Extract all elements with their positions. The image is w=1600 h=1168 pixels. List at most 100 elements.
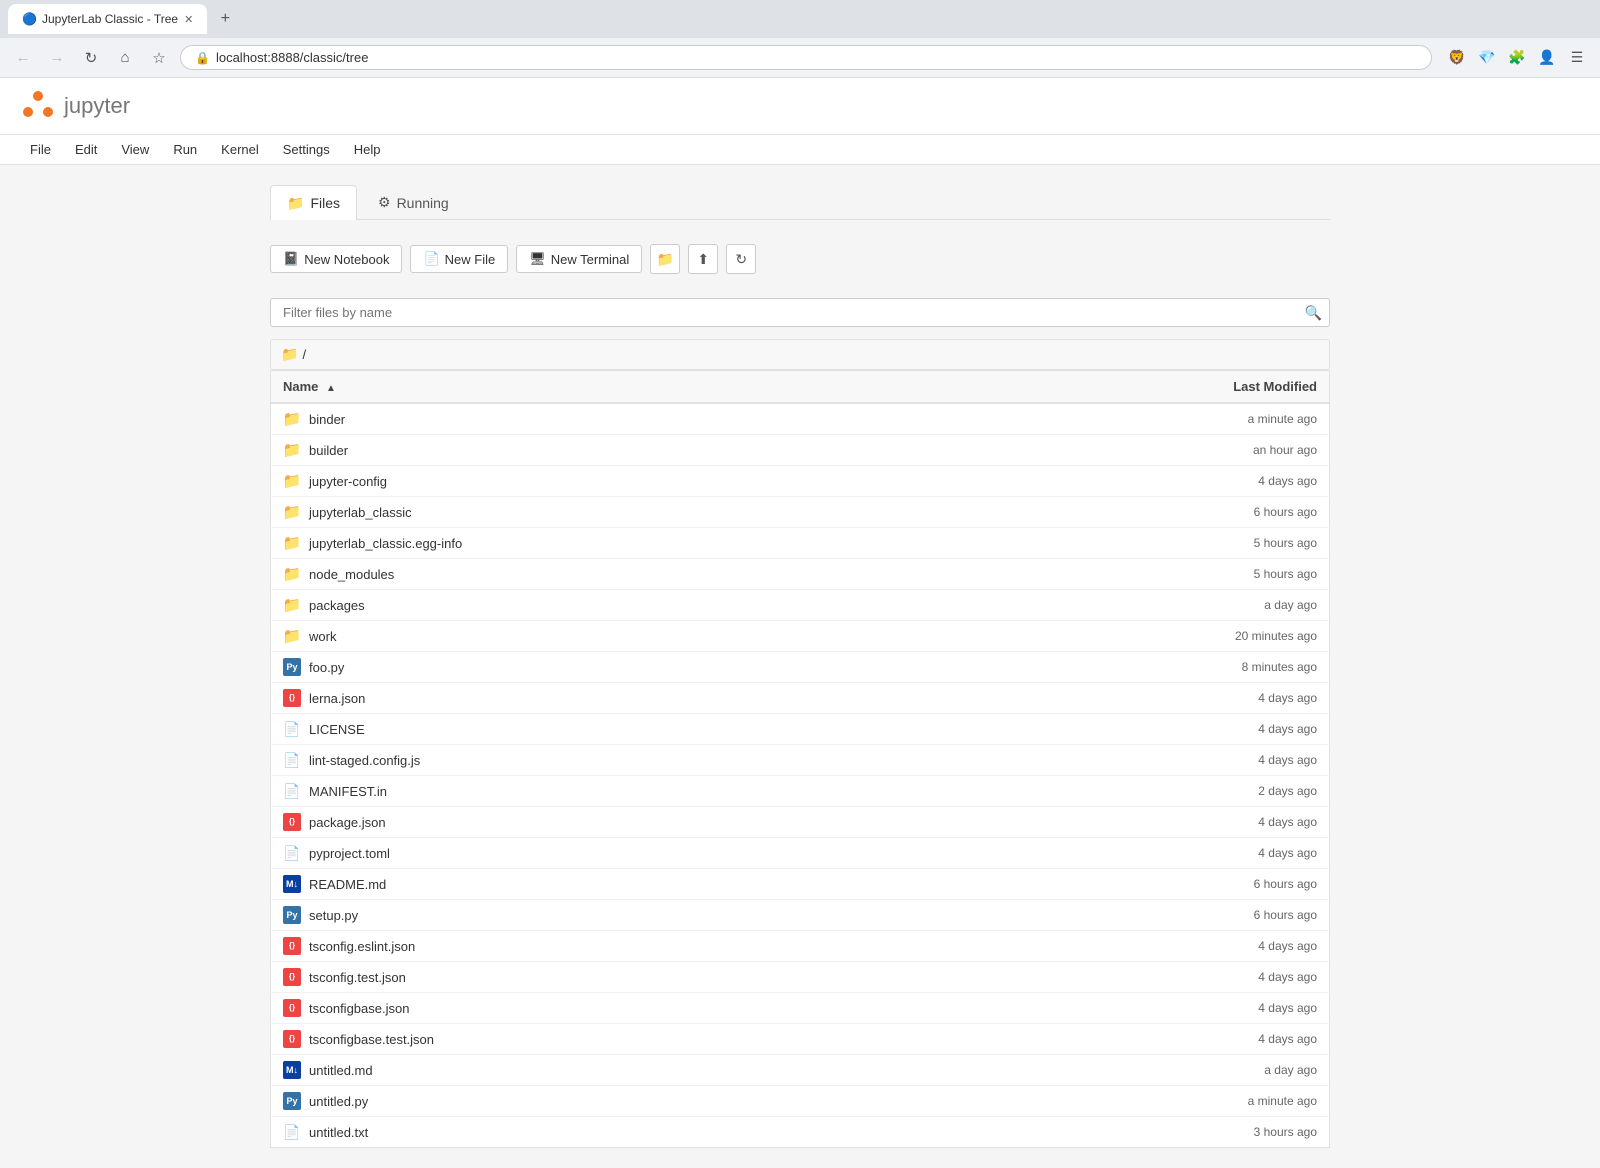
breadcrumb-path: /: [302, 347, 306, 362]
table-row[interactable]: 📄 untitled.txt 3 hours ago: [271, 1117, 1330, 1148]
file-type-icon: {}: [283, 689, 301, 707]
file-type-icon: {}: [283, 999, 301, 1017]
wallet-button[interactable]: 💎: [1474, 45, 1500, 71]
menu-item-view[interactable]: View: [111, 139, 159, 160]
file-type-icon: 📁: [283, 565, 301, 583]
table-row[interactable]: {} lerna.json 4 days ago: [271, 683, 1330, 714]
table-row[interactable]: 📄 MANIFEST.in 2 days ago: [271, 776, 1330, 807]
brave-shield-button[interactable]: 🦁: [1444, 45, 1470, 71]
breadcrumb: 📁 /: [270, 339, 1330, 370]
files-tab-icon: 📁: [287, 195, 304, 212]
table-row[interactable]: Py foo.py 8 minutes ago: [271, 652, 1330, 683]
table-row[interactable]: Py untitled.py a minute ago: [271, 1086, 1330, 1117]
file-modified-cell: 6 hours ago: [962, 497, 1330, 528]
file-type-icon: 📁: [283, 627, 301, 645]
table-row[interactable]: 📁 packages a day ago: [271, 590, 1330, 621]
table-row[interactable]: 📄 lint-staged.config.js 4 days ago: [271, 745, 1330, 776]
table-row[interactable]: M↓ README.md 6 hours ago: [271, 869, 1330, 900]
upload-button[interactable]: ⬆: [688, 244, 718, 274]
reload-button[interactable]: ↻: [78, 45, 104, 71]
address-text: localhost:8888/classic/tree: [216, 50, 368, 65]
file-modified-cell: 4 days ago: [962, 993, 1330, 1024]
tab-files[interactable]: 📁Files: [270, 185, 357, 220]
file-name: tsconfig.test.json: [309, 970, 406, 985]
table-row[interactable]: 📄 LICENSE 4 days ago: [271, 714, 1330, 745]
file-name-cell: 📁 node_modules: [271, 559, 962, 590]
table-row[interactable]: {} tsconfig.eslint.json 4 days ago: [271, 931, 1330, 962]
sort-indicator: ▲: [326, 383, 336, 394]
file-name-cell: {} tsconfig.test.json: [271, 962, 962, 993]
table-row[interactable]: 📁 jupyterlab_classic.egg-info 5 hours ag…: [271, 528, 1330, 559]
file-table: Name ▲ Last Modified 📁 binder a minute a…: [270, 370, 1330, 1148]
back-button[interactable]: ←: [10, 45, 36, 71]
menu-item-help[interactable]: Help: [344, 139, 391, 160]
tab-title: JupyterLab Classic - Tree: [42, 12, 178, 26]
menu-item-edit[interactable]: Edit: [65, 139, 107, 160]
search-button[interactable]: 🔍: [1305, 304, 1322, 321]
table-row[interactable]: {} tsconfig.test.json 4 days ago: [271, 962, 1330, 993]
file-name-cell: 📄 lint-staged.config.js: [271, 745, 962, 776]
table-row[interactable]: M↓ untitled.md a day ago: [271, 1055, 1330, 1086]
notebook-icon: 📓: [283, 251, 299, 267]
file-modified-cell: 4 days ago: [962, 807, 1330, 838]
menu-item-settings[interactable]: Settings: [273, 139, 340, 160]
new-tab-button[interactable]: +: [213, 7, 237, 31]
filter-bar: 🔍: [270, 298, 1330, 327]
file-modified-cell: 4 days ago: [962, 714, 1330, 745]
table-row[interactable]: {} package.json 4 days ago: [271, 807, 1330, 838]
file-modified-cell: 4 days ago: [962, 838, 1330, 869]
forward-button[interactable]: →: [44, 45, 70, 71]
menu-button[interactable]: ☰: [1564, 45, 1590, 71]
home-button[interactable]: ⌂: [112, 45, 138, 71]
tab-close[interactable]: ✕: [184, 13, 193, 26]
table-row[interactable]: 📄 pyproject.toml 4 days ago: [271, 838, 1330, 869]
new-terminal-button[interactable]: 🖥 New Terminal: [516, 245, 642, 273]
new-notebook-button[interactable]: 📓 New Notebook: [270, 245, 402, 273]
file-modified-cell: 6 hours ago: [962, 900, 1330, 931]
tabs-bar: 📁Files⚙Running: [270, 185, 1330, 220]
table-row[interactable]: {} tsconfigbase.json 4 days ago: [271, 993, 1330, 1024]
table-row[interactable]: 📁 binder a minute ago: [271, 403, 1330, 435]
jupyter-logo-icon: [20, 88, 56, 124]
file-modified-cell: a minute ago: [962, 403, 1330, 435]
table-row[interactable]: Py setup.py 6 hours ago: [271, 900, 1330, 931]
file-name: README.md: [309, 877, 386, 892]
table-row[interactable]: {} tsconfigbase.test.json 4 days ago: [271, 1024, 1330, 1055]
breadcrumb-folder-icon: 📁: [281, 346, 298, 363]
browser-tab[interactable]: 🔵 JupyterLab Classic - Tree ✕: [8, 4, 207, 34]
table-row[interactable]: 📁 work 20 minutes ago: [271, 621, 1330, 652]
file-type-icon: Py: [283, 906, 301, 924]
file-name-cell: 📄 MANIFEST.in: [271, 776, 962, 807]
profile-button[interactable]: 👤: [1534, 45, 1560, 71]
secure-icon: 🔒: [195, 51, 210, 65]
filter-input[interactable]: [270, 298, 1330, 327]
menu-item-kernel[interactable]: Kernel: [211, 139, 269, 160]
folder-button[interactable]: 📁: [650, 244, 680, 274]
table-row[interactable]: 📁 jupyter-config 4 days ago: [271, 466, 1330, 497]
bookmark-button[interactable]: ☆: [146, 45, 172, 71]
file-type-icon: 📄: [283, 720, 301, 738]
tab-running[interactable]: ⚙Running: [361, 185, 466, 219]
refresh-button[interactable]: ↻: [726, 244, 756, 274]
file-name: builder: [309, 443, 348, 458]
file-type-icon: M↓: [283, 1061, 301, 1079]
table-row[interactable]: 📁 node_modules 5 hours ago: [271, 559, 1330, 590]
extensions-button[interactable]: 🧩: [1504, 45, 1530, 71]
table-row[interactable]: 📁 builder an hour ago: [271, 435, 1330, 466]
menu-item-file[interactable]: File: [20, 139, 61, 160]
table-row[interactable]: 📁 jupyterlab_classic 6 hours ago: [271, 497, 1330, 528]
menu-item-run[interactable]: Run: [163, 139, 207, 160]
file-name-cell: 📁 packages: [271, 590, 962, 621]
file-type-icon: 📁: [283, 503, 301, 521]
file-name-cell: Py untitled.py: [271, 1086, 962, 1117]
name-column-header[interactable]: Name ▲: [271, 371, 962, 404]
modified-column-header[interactable]: Last Modified: [962, 371, 1330, 404]
file-name-cell: 📄 LICENSE: [271, 714, 962, 745]
address-bar[interactable]: 🔒 localhost:8888/classic/tree: [180, 45, 1432, 70]
file-name: package.json: [309, 815, 386, 830]
file-name: MANIFEST.in: [309, 784, 387, 799]
new-file-button[interactable]: 📄 New File: [410, 245, 508, 273]
file-type-icon: 📄: [283, 844, 301, 862]
file-name: setup.py: [309, 908, 358, 923]
file-type-icon: {}: [283, 968, 301, 986]
